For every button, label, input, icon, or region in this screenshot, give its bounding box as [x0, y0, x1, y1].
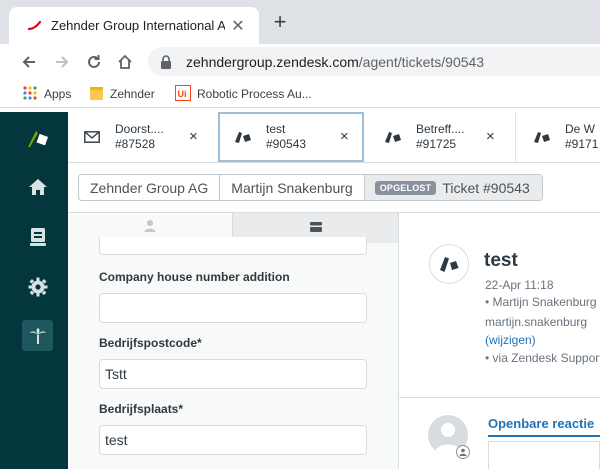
user-icon — [456, 445, 470, 459]
close-icon[interactable]: × — [340, 128, 349, 145]
ticket-tab-number: #91725 — [416, 137, 457, 151]
breadcrumb-requester[interactable]: Martijn Snakenburg — [220, 175, 365, 200]
bookmark-label: Zehnder — [110, 87, 155, 101]
active-tab-indicator — [488, 435, 600, 437]
user-icon — [144, 219, 156, 237]
properties-panel: Company house number addition Bedrijfspo… — [68, 212, 399, 469]
browser-tabstrip: Zehnder Group International AG ✕ + — [0, 0, 600, 44]
ticket-icon — [384, 128, 402, 146]
ticket-tab-active[interactable]: test #90543 × — [218, 112, 364, 162]
browser-toolbar: zehndergroup.zendesk.com/agent/tickets/9… — [0, 44, 600, 79]
forward-arrow-icon[interactable] — [49, 49, 75, 75]
breadcrumb-ticket[interactable]: OPGELOST Ticket #90543 — [364, 175, 542, 200]
ticket-tab[interactable]: Betreff.... #91725 × — [384, 112, 510, 162]
ticket-tab[interactable]: De W #9171 — [533, 112, 600, 162]
ticket-subject: test — [484, 250, 518, 271]
plus-icon[interactable]: + — [268, 11, 292, 35]
folder-icon — [90, 85, 104, 104]
ticket-icon — [234, 128, 252, 146]
home-icon[interactable] — [20, 169, 56, 205]
reply-editor[interactable] — [488, 441, 600, 469]
lock-icon — [160, 54, 174, 70]
breadcrumb-organization[interactable]: Zehnder Group AG — [79, 175, 221, 200]
bookmark-apps[interactable]: Apps — [22, 84, 71, 104]
zendesk-app: Doorst.... #87528 × test #90543 × Betreff.… — [0, 112, 600, 469]
via-channel: • via Zendesk Support — [485, 351, 600, 365]
url-text: zehndergroup.zendesk.com/agent/tickets/9… — [186, 53, 485, 70]
requester-line: • Martijn Snakenburg — [485, 295, 597, 309]
ticket-tab-number: #87528 — [115, 137, 156, 151]
organization-icon — [309, 219, 322, 237]
ticket-icon — [533, 128, 551, 146]
zendesk-logo[interactable] — [20, 120, 56, 156]
ticket-tab-number: #9171 — [565, 137, 599, 151]
city-label: Bedrijfsplaats* — [99, 402, 184, 416]
conversation-pane: test 22-Apr 11:18 • Martijn Snakenburg m… — [399, 212, 600, 469]
mail-icon — [83, 128, 101, 146]
ticket-tab-title: De W — [565, 122, 595, 136]
home-icon[interactable] — [112, 49, 138, 75]
uipath-icon: Ui — [175, 84, 191, 104]
address-bar[interactable]: zehndergroup.zendesk.com/agent/tickets/9… — [148, 47, 600, 76]
requester-email: martijn.snakenburg — [485, 315, 588, 329]
apps-grid-icon — [22, 85, 38, 104]
breadcrumb-ticket-label: Ticket #90543 — [442, 179, 530, 196]
bookmark-label: Robotic Process Au... — [197, 87, 312, 101]
close-icon[interactable]: ✕ — [229, 16, 247, 36]
ticket-tab-number: #90543 — [266, 137, 307, 151]
divider — [399, 397, 600, 398]
settings-gear-icon[interactable] — [20, 269, 56, 305]
main-nav — [0, 112, 68, 469]
company-house-number-addition-label: Company house number addition — [99, 270, 290, 284]
close-icon[interactable]: × — [189, 128, 198, 145]
close-icon[interactable]: × — [486, 128, 495, 145]
bookmark-robotic-process[interactable]: Ui Robotic Process Au... — [175, 84, 312, 104]
back-arrow-icon[interactable] — [16, 49, 42, 75]
status-badge: OPGELOST — [374, 180, 437, 195]
svg-text:Ui: Ui — [178, 89, 187, 99]
ticket-tab[interactable]: Doorst.... #87528 × — [83, 112, 213, 162]
ticket-tab-title: Doorst.... — [115, 122, 164, 136]
ticket-tab-title: test — [266, 122, 286, 136]
postcode-label: Bedrijfspostcode* — [99, 336, 202, 350]
bookmark-zehnder[interactable]: Zehnder — [90, 84, 155, 104]
ticket-tab-title: Betreff.... — [416, 122, 465, 136]
views-icon[interactable] — [20, 219, 56, 255]
company-house-number-addition-field[interactable] — [99, 293, 367, 323]
tab-divider — [515, 112, 516, 162]
browser-tab-active[interactable]: Zehnder Group International AG ✕ — [9, 7, 259, 44]
public-reply-tab[interactable]: Openbare reactie — [488, 416, 594, 431]
ticket-icon — [429, 244, 469, 284]
browser-tab-title: Zehnder Group International AG — [51, 18, 225, 33]
apps-palm-icon[interactable] — [22, 320, 53, 351]
change-link[interactable]: (wijzigen) — [485, 333, 536, 347]
bookmark-label: Apps — [44, 87, 72, 101]
ticket-timestamp: 22-Apr 11:18 — [485, 278, 554, 292]
city-field[interactable]: test — [99, 425, 367, 455]
previous-field[interactable] — [99, 237, 367, 255]
breadcrumb: Zehnder Group AG Martijn Snakenburg OPGE… — [78, 174, 543, 201]
bookmarks-bar: Apps Zehnder Ui Robotic Process Au... — [0, 79, 600, 108]
zehnder-favicon — [27, 18, 43, 34]
postcode-field[interactable]: Tstt — [99, 359, 367, 389]
reload-icon[interactable] — [81, 49, 107, 75]
ticket-tabs: Doorst.... #87528 × test #90543 × Betreff.… — [68, 112, 600, 163]
